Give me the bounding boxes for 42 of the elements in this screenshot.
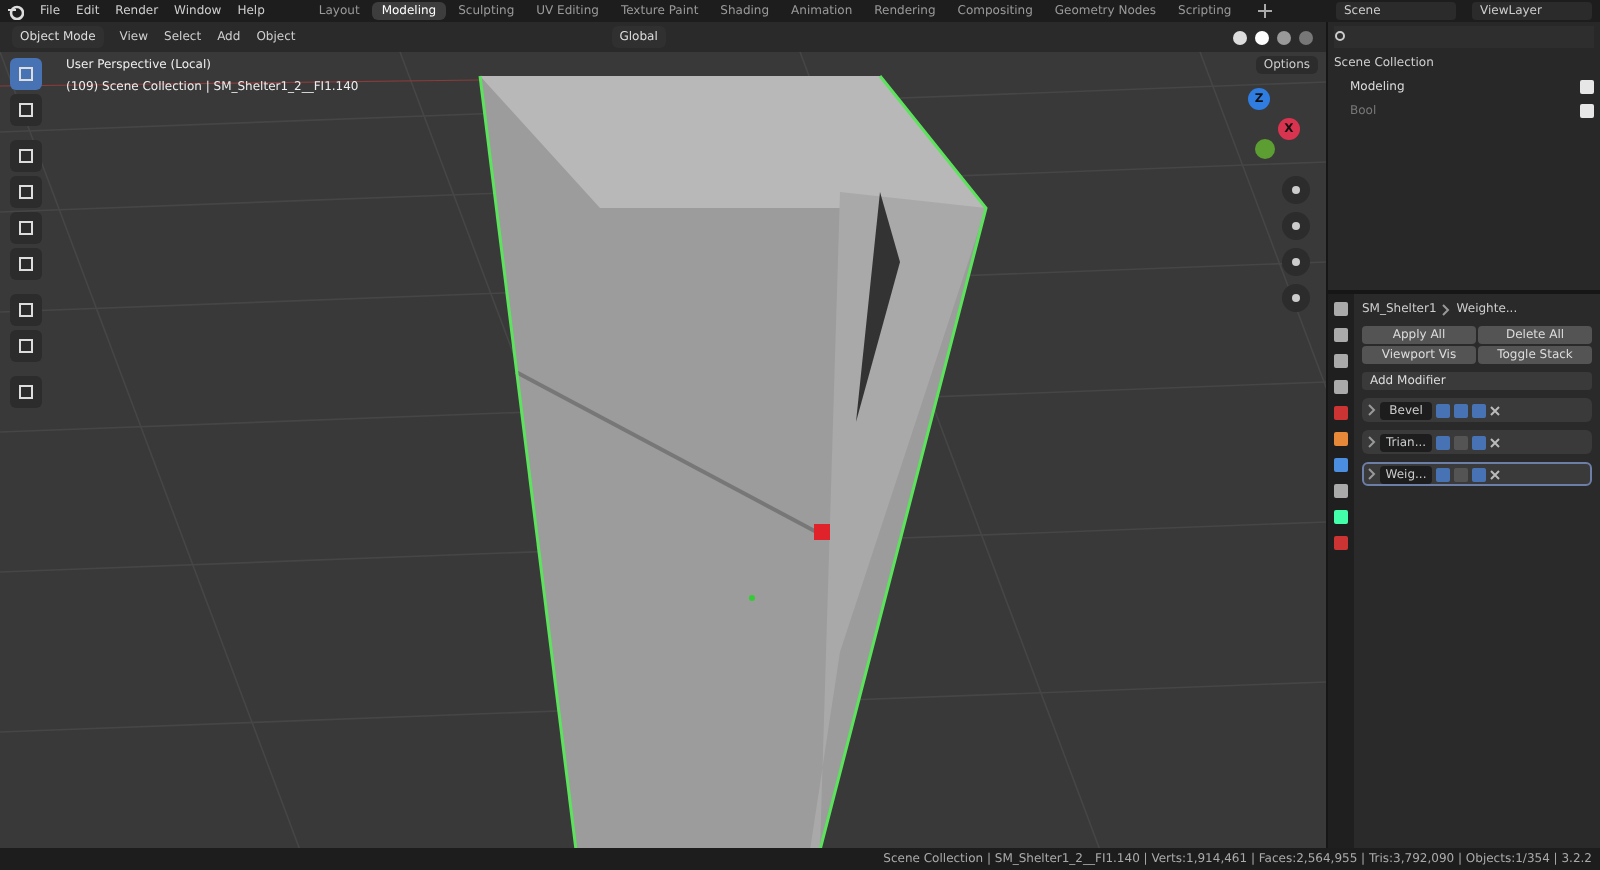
tool-button[interactable] [10, 176, 42, 208]
render-toggle[interactable] [1472, 403, 1486, 417]
tool-button[interactable] [10, 140, 42, 172]
exclude-checkbox[interactable] [1580, 80, 1594, 94]
tool-icon[interactable] [18, 148, 34, 164]
render-toggle[interactable] [1472, 467, 1486, 481]
close-icon[interactable] [1490, 469, 1500, 479]
expand-chevron-icon[interactable] [1368, 404, 1376, 416]
render-toggle[interactable] [1472, 435, 1486, 449]
tool-button[interactable] [10, 212, 42, 244]
add-workspace-icon[interactable] [1257, 4, 1272, 18]
close-icon[interactable] [1490, 405, 1500, 415]
exclude-checkbox[interactable] [1580, 104, 1594, 118]
tool-icon[interactable] [18, 302, 34, 318]
tool-button[interactable] [10, 376, 42, 408]
tool-button[interactable] [10, 248, 42, 280]
chevron-right-icon [1442, 303, 1451, 315]
viewport-toggle[interactable] [1454, 403, 1468, 417]
navigation-icon[interactable] [1282, 212, 1310, 240]
search-icon[interactable] [1334, 30, 1348, 44]
viewport-toggle[interactable] [1454, 467, 1468, 481]
tool-button[interactable] [10, 330, 42, 362]
navigation-icon[interactable] [1282, 284, 1310, 312]
tool-button[interactable] [10, 58, 42, 90]
expand-chevron-icon[interactable] [1368, 468, 1376, 480]
navigation-icon[interactable] [1282, 248, 1310, 276]
tool-button[interactable] [10, 94, 42, 126]
expand-chevron-icon[interactable] [1368, 436, 1376, 448]
tool-icon[interactable] [18, 256, 34, 272]
navigation-icon[interactable] [1282, 176, 1310, 204]
tool-button[interactable] [10, 294, 42, 326]
edit-mode-toggle[interactable] [1436, 403, 1450, 417]
tool-icon[interactable] [18, 102, 34, 118]
close-icon[interactable] [1490, 437, 1500, 447]
edit-mode-toggle[interactable] [1436, 467, 1450, 481]
tool-icon[interactable] [18, 338, 34, 354]
tool-icon[interactable] [18, 220, 34, 236]
viewport-toggle[interactable] [1454, 435, 1468, 449]
axis-handle-icon[interactable] [1254, 138, 1276, 160]
tool-icon[interactable] [18, 384, 34, 400]
edit-mode-toggle[interactable] [1436, 435, 1450, 449]
tool-icon[interactable] [18, 184, 34, 200]
